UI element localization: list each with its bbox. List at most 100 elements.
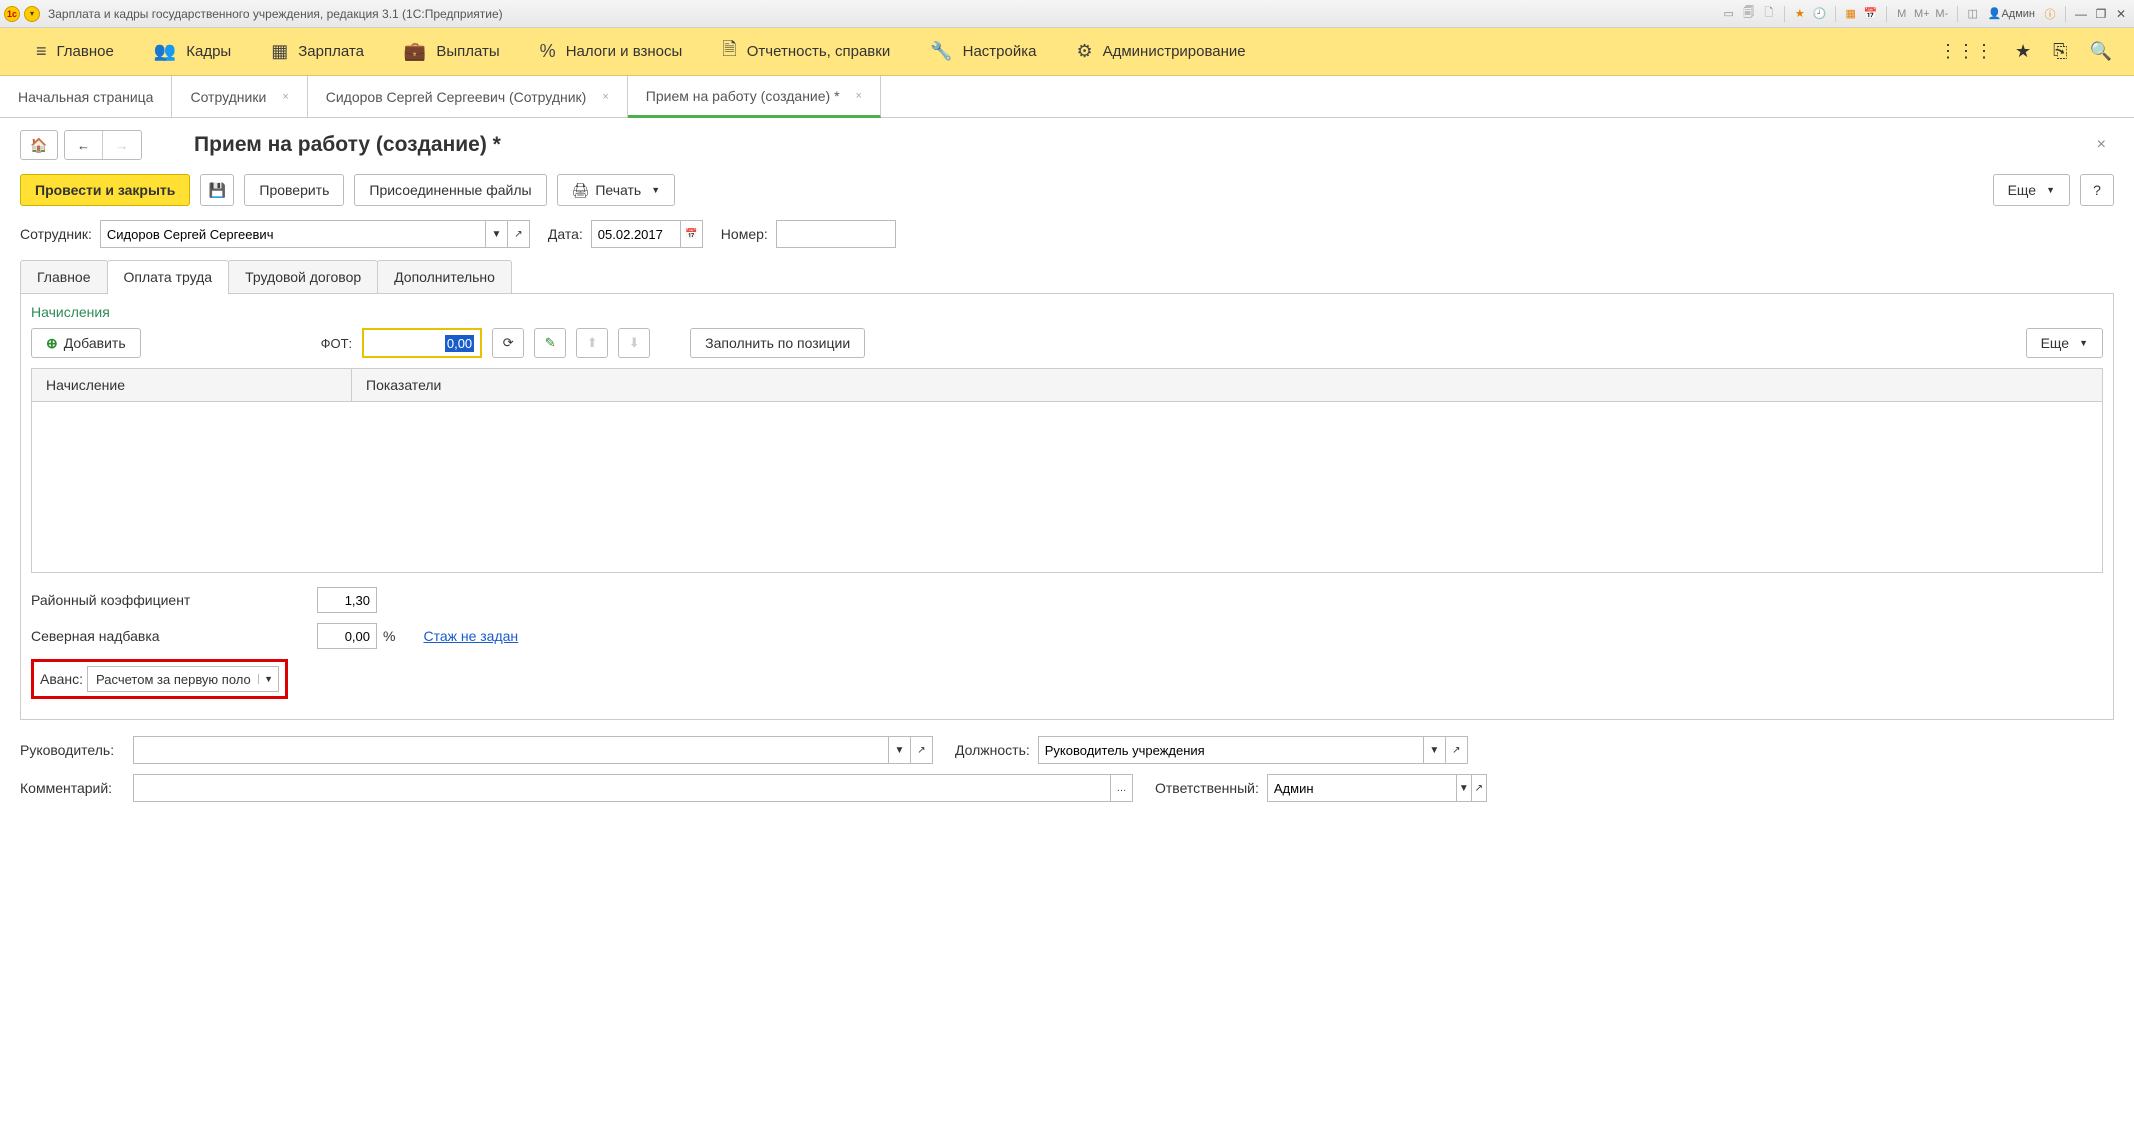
tool-btn-2[interactable]: 🗐: [1740, 5, 1758, 23]
back-button[interactable]: ←: [65, 131, 103, 159]
forward-button[interactable]: →: [103, 131, 141, 159]
tab-employee-card[interactable]: Сидоров Сергей Сергеевич (Сотрудник)×: [308, 76, 628, 117]
open-button[interactable]: ↗: [1446, 736, 1468, 764]
subtab-payroll[interactable]: Оплата труда: [107, 260, 230, 293]
check-button[interactable]: Проверить: [244, 174, 344, 206]
subtab-main[interactable]: Главное: [20, 260, 108, 293]
m-minus-btn[interactable]: M-: [1933, 5, 1951, 23]
th-indicators: Показатели: [352, 369, 2102, 401]
menu-vyplaty[interactable]: 💼Выплаты: [384, 28, 520, 75]
favorite-icon[interactable]: ★: [1791, 5, 1809, 23]
menu-label: Настройка: [963, 43, 1037, 60]
responsible-input[interactable]: [1267, 774, 1457, 802]
tool-btn-3[interactable]: 🗋: [1760, 5, 1778, 23]
menu-icon: ≡: [36, 41, 47, 62]
star-icon[interactable]: ★: [2009, 41, 2037, 62]
section-label: Начисления: [31, 304, 2103, 320]
menu-settings[interactable]: 🔧Настройка: [910, 28, 1056, 75]
employee-label: Сотрудник:: [20, 226, 92, 242]
link-icon[interactable]: ⎘: [2047, 41, 2073, 62]
calendar-icon[interactable]: 📅: [1862, 5, 1880, 23]
chevron-down-icon: ▼: [651, 185, 660, 195]
north-input[interactable]: [317, 623, 377, 649]
btn-label: Присоединенные файлы: [369, 182, 531, 198]
position-input[interactable]: [1038, 736, 1424, 764]
search-icon[interactable]: 🔍: [2084, 41, 2118, 62]
tab-home[interactable]: Начальная страница: [0, 76, 172, 117]
people-icon: 👥: [154, 41, 176, 62]
table-body[interactable]: [32, 402, 2102, 572]
down-button[interactable]: ⬇: [618, 328, 650, 358]
close-icon[interactable]: ×: [282, 91, 288, 103]
chevron-down-icon: ▼: [2079, 338, 2088, 348]
expand-button[interactable]: …: [1111, 774, 1133, 802]
close-icon[interactable]: ×: [856, 90, 862, 102]
open-button[interactable]: ↗: [911, 736, 933, 764]
app-menu-dropdown[interactable]: ▾: [24, 6, 40, 22]
edit-button[interactable]: ✎: [534, 328, 566, 358]
refresh-button[interactable]: ⟳: [492, 328, 524, 358]
dropdown-button[interactable]: ▼: [1424, 736, 1446, 764]
dropdown-button[interactable]: ▼: [889, 736, 911, 764]
employee-input[interactable]: [100, 220, 486, 248]
menu-label: Отчетность, справки: [747, 43, 890, 60]
north-unit: %: [383, 628, 395, 644]
chevron-down-icon: ▼: [2046, 185, 2055, 195]
calc-icon[interactable]: ▦: [1842, 5, 1860, 23]
more-button[interactable]: Еще▼: [1993, 174, 2070, 206]
tab-label: Сотрудники: [190, 89, 266, 105]
history-icon[interactable]: 🕘: [1811, 5, 1829, 23]
info-icon[interactable]: ⓘ: [2041, 5, 2059, 23]
btn-label: Заполнить по позиции: [705, 335, 850, 351]
experience-link[interactable]: Стаж не задан: [423, 628, 518, 644]
tool-btn-1[interactable]: ▭: [1720, 5, 1738, 23]
panel-more-button[interactable]: Еще▼: [2026, 328, 2103, 358]
comment-input[interactable]: [133, 774, 1111, 802]
menu-admin[interactable]: ⚙Администрирование: [1056, 28, 1265, 75]
user-button[interactable]: 👤 Админ: [1984, 7, 2039, 20]
north-label: Северная надбавка: [31, 628, 311, 644]
home-button[interactable]: 🏠: [20, 130, 58, 160]
help-button[interactable]: ?: [2080, 174, 2114, 206]
tab-hire[interactable]: Прием на работу (создание) *×: [628, 76, 881, 118]
date-input[interactable]: [591, 220, 681, 248]
print-button[interactable]: 🖨Печать▼: [557, 174, 676, 206]
window-title: Зарплата и кадры государственного учрежд…: [48, 7, 1720, 21]
fot-input[interactable]: 0,00: [362, 328, 482, 358]
coef-input[interactable]: [317, 587, 377, 613]
title-bar: 1c ▾ Зарплата и кадры государственного у…: [0, 0, 2134, 28]
manager-input[interactable]: [133, 736, 889, 764]
open-button[interactable]: ↗: [1472, 774, 1487, 802]
m-plus-btn[interactable]: M+: [1913, 5, 1931, 23]
dropdown-button[interactable]: ▼: [486, 220, 508, 248]
subtab-additional[interactable]: Дополнительно: [377, 260, 512, 293]
chevron-down-icon[interactable]: ▼: [258, 674, 278, 684]
tab-employees[interactable]: Сотрудники ×: [172, 76, 307, 117]
menu-zarplata[interactable]: ▦Зарплата: [251, 28, 384, 75]
dropdown-button[interactable]: ▼: [1457, 774, 1472, 802]
open-button[interactable]: ↗: [508, 220, 530, 248]
minimize-button[interactable]: —: [2072, 5, 2090, 23]
advance-select[interactable]: Расчетом за первую поло ▼: [87, 666, 279, 692]
attached-files-button[interactable]: Присоединенные файлы: [354, 174, 546, 206]
tab-label: Начальная страница: [18, 89, 153, 105]
close-page-button[interactable]: ×: [2089, 132, 2114, 158]
menu-kadry[interactable]: 👥Кадры: [134, 28, 251, 75]
menu-reports[interactable]: 🗎Отчетность, справки: [702, 28, 910, 75]
close-icon[interactable]: ×: [602, 91, 608, 103]
panel-toggle-icon[interactable]: ◫: [1964, 5, 1982, 23]
number-input[interactable]: [776, 220, 896, 248]
close-button[interactable]: ✕: [2112, 5, 2130, 23]
menu-main[interactable]: ≡Главное: [16, 28, 134, 75]
menu-nalogi[interactable]: %Налоги и взносы: [520, 28, 703, 75]
apps-icon[interactable]: ⋮⋮⋮: [1933, 41, 1999, 62]
maximize-button[interactable]: ❐: [2092, 5, 2110, 23]
post-and-close-button[interactable]: Провести и закрыть: [20, 174, 190, 206]
subtab-contract[interactable]: Трудовой договор: [228, 260, 378, 293]
save-button[interactable]: 💾: [200, 174, 234, 206]
up-button[interactable]: ⬆: [576, 328, 608, 358]
m-btn[interactable]: M: [1893, 5, 1911, 23]
fill-by-position-button[interactable]: Заполнить по позиции: [690, 328, 865, 358]
calendar-button[interactable]: 📅: [681, 220, 703, 248]
add-button[interactable]: ⊕Добавить: [31, 328, 141, 358]
